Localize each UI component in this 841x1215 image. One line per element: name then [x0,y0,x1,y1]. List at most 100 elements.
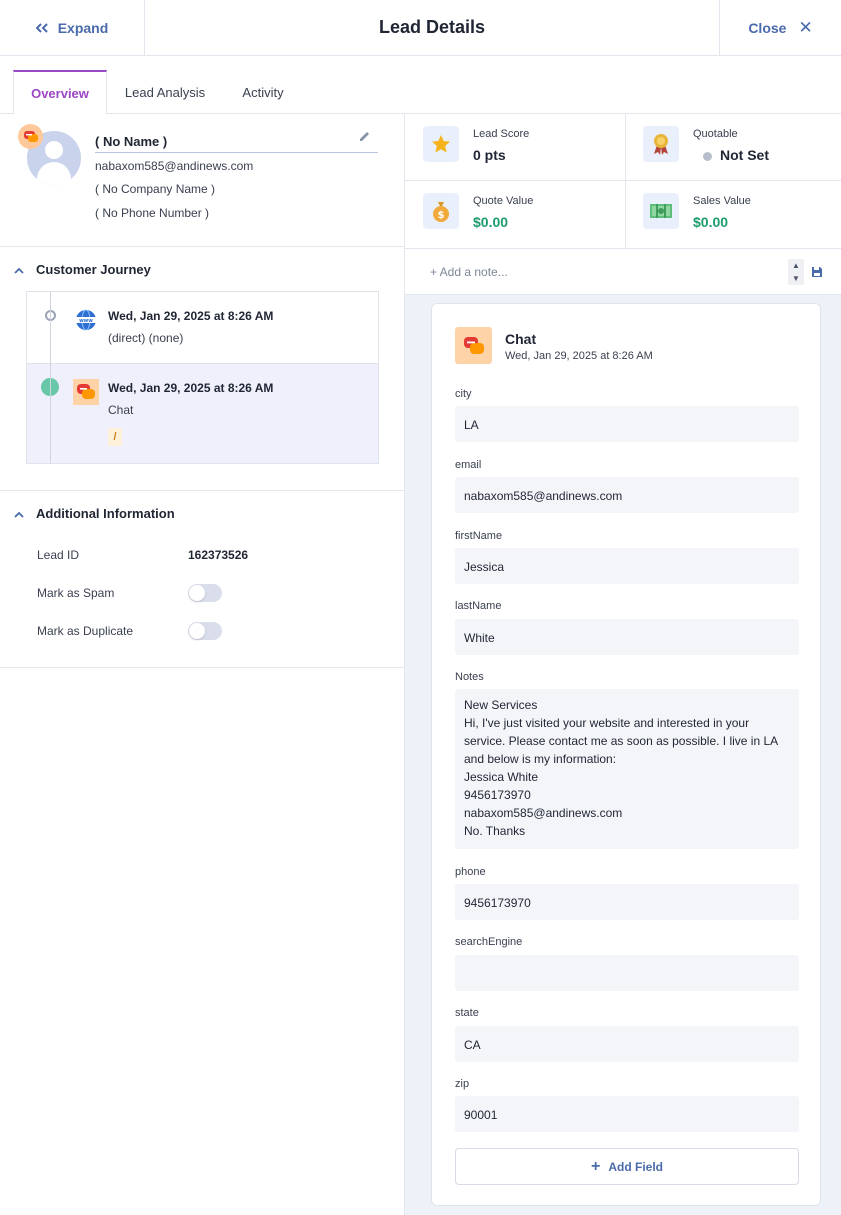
journey-source: Chat [108,403,134,417]
add-note-input[interactable]: + Add a note... [430,265,508,279]
lead-id-value: 162373526 [188,548,249,562]
mark-duplicate-toggle[interactable] [188,622,222,640]
stats-divider [405,180,841,181]
field-value-state[interactable]: CA [455,1026,799,1062]
expand-label: Expand [57,20,109,36]
chat-detail-card: Chat Wed, Jan 29, 2025 at 8:26 AM city L… [431,303,821,1206]
card-title: Chat [505,331,537,347]
sales-value-amount: $0.00 [693,214,729,230]
lead-email: nabaxom585@andinews.com [95,159,254,173]
mark-spam-toggle[interactable] [188,584,222,602]
svg-text:www: www [79,318,93,324]
left-panel: ( No Name ) nabaxom585@andinews.com ( No… [0,114,405,1215]
caret-up-icon: ▲ [792,261,800,270]
close-button[interactable]: Close ✕ [719,0,841,56]
field-label-notes: Notes [455,671,484,683]
edit-pencil-icon[interactable] [358,130,371,146]
field-label-searchengine: searchEngine [455,936,523,948]
stats-divider [625,114,626,249]
journey-date: Wed, Jan 29, 2025 at 8:26 AM [108,309,274,323]
lead-score-value: 0 pts [473,147,506,163]
money-bag-icon: $ [423,193,459,229]
chat-badge-icon [18,124,43,149]
mark-duplicate-label: Mark as Duplicate [37,624,134,638]
quotable-value[interactable]: Not Set [703,147,769,163]
journey-item[interactable]: Wed, Jan 29, 2025 at 8:26 AM Chat / [27,364,378,463]
quote-value-stat: $ Quote Value $0.00 [405,181,623,248]
add-field-label: Add Field [608,1159,663,1174]
journey-date: Wed, Jan 29, 2025 at 8:26 AM [108,381,274,395]
quotable-value-text: Not Set [720,147,769,163]
field-value-city[interactable]: LA [455,406,799,442]
journey-item[interactable]: www Wed, Jan 29, 2025 at 8:26 AM (direct… [27,292,378,364]
section-divider [0,490,404,491]
field-label-phone: phone [455,866,486,878]
lead-score-stat: Lead Score 0 pts [405,114,623,181]
field-value-lastname[interactable]: White [455,619,799,655]
tab-overview[interactable]: Overview [13,70,107,115]
lead-id-label: Lead ID [37,548,80,562]
caret-down-icon: ▼ [792,274,800,283]
customer-journey-toggle[interactable]: Customer Journey [14,262,151,277]
quote-value-amount: $0.00 [473,214,509,230]
save-icon[interactable] [811,266,823,281]
add-field-button[interactable]: + Add Field [455,1148,799,1185]
tab-bar: Overview Lead Analysis Activity [0,56,841,115]
customer-journey-list: www Wed, Jan 29, 2025 at 8:26 AM (direct… [26,291,379,464]
right-panel: Lead Score 0 pts Quotable Not Set $ Quot… [405,114,841,1215]
note-resize-stepper[interactable]: ▲ ▼ [788,259,804,285]
svg-text:$: $ [438,210,445,221]
lead-score-label: Lead Score [473,128,530,140]
double-chevron-left-icon [35,20,48,36]
chat-icon [455,327,492,364]
www-globe-icon: www [72,306,100,334]
field-label-zip: zip [455,1078,470,1090]
card-date: Wed, Jan 29, 2025 at 8:26 AM [505,350,653,362]
field-label-state: state [455,1007,479,1019]
profile-section: ( No Name ) nabaxom585@andinews.com ( No… [0,114,404,247]
chevron-up-icon [14,263,24,277]
note-bar: + Add a note... ▲ ▼ [405,249,841,295]
expand-button[interactable]: Expand [0,0,145,56]
lead-phone: ( No Phone Number ) [95,206,210,220]
field-value-searchengine[interactable] [455,955,799,991]
field-label-email: email [455,459,482,471]
field-label-firstname: firstName [455,530,503,542]
panel-header: Expand Lead Details Close ✕ [0,0,841,56]
journey-source: (direct) (none) [108,331,184,345]
status-dot [703,151,712,161]
additional-info-toggle[interactable]: Additional Information [14,506,175,521]
field-label-lastname: lastName [455,600,502,612]
section-divider [0,667,404,668]
field-value-email[interactable]: nabaxom585@andinews.com [455,477,799,513]
field-value-phone[interactable]: 9456173970 [455,884,799,920]
star-icon [423,126,459,162]
timeline-line [50,292,51,463]
chevron-up-icon [14,507,24,521]
field-value-zip[interactable]: 90001 [455,1096,799,1132]
cash-stack-icon [643,193,679,229]
customer-journey-title: Customer Journey [36,262,151,277]
close-icon: ✕ [798,18,813,37]
quotable-label: Quotable [693,128,738,140]
award-ribbon-icon [643,126,679,162]
chat-icon [72,378,100,406]
sales-value-stat: Sales Value $0.00 [625,181,841,248]
sales-value-label: Sales Value [693,195,751,207]
journey-tag: / [108,428,122,446]
field-value-notes[interactable]: New Services Hi, I've just visited your … [455,689,799,849]
tab-lead-analysis[interactable]: Lead Analysis [116,70,214,114]
tab-activity[interactable]: Activity [230,70,296,114]
plus-icon: + [590,1157,601,1175]
lead-name[interactable]: ( No Name ) [95,134,378,153]
quotable-stat: Quotable Not Set [625,114,841,181]
page-title: Lead Details [378,17,486,37]
mark-spam-label: Mark as Spam [37,586,115,600]
stats-grid: Lead Score 0 pts Quotable Not Set $ Quot… [405,114,841,249]
lead-company: ( No Company Name ) [95,182,216,196]
close-label: Close [748,20,787,36]
additional-info-title: Additional Information [36,506,175,521]
field-label-city: city [455,388,472,400]
field-value-firstname[interactable]: Jessica [455,548,799,584]
quote-value-label: Quote Value [473,195,534,207]
